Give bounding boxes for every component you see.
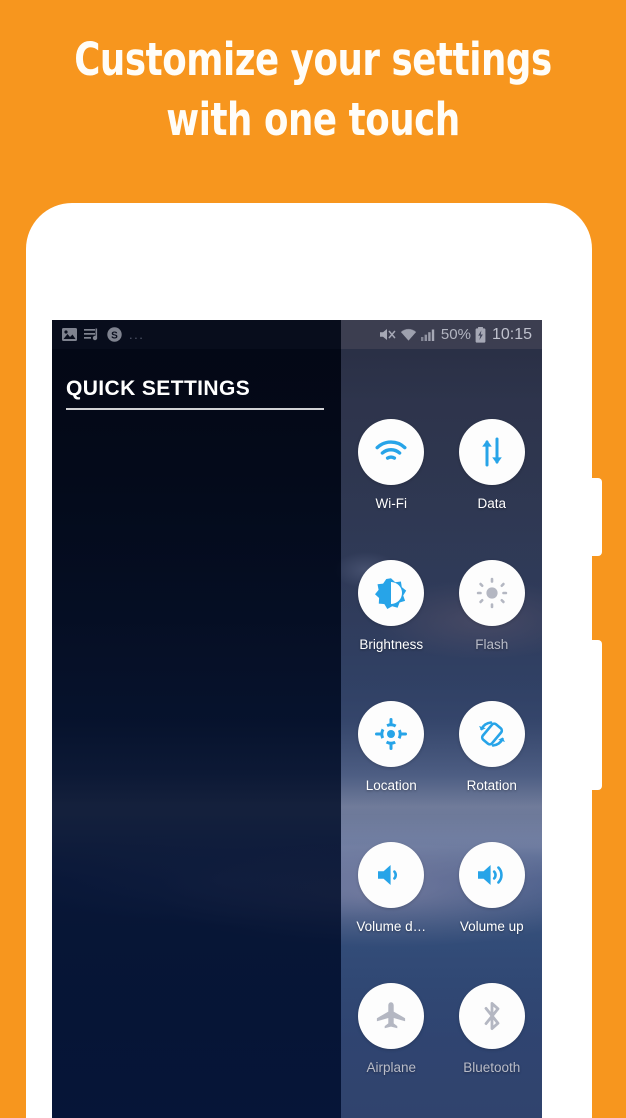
- tile-row: Volume d… Volume up: [341, 838, 542, 979]
- svg-text:S: S: [111, 330, 118, 341]
- tile-bluetooth[interactable]: Bluetooth: [442, 979, 543, 1118]
- bluetooth-icon: [479, 1000, 505, 1032]
- tile-circle: [358, 419, 425, 485]
- tile-label: Airplane: [366, 1060, 417, 1075]
- tile-data[interactable]: Data: [442, 415, 543, 556]
- tile-row: Airplane Bluetooth: [341, 979, 542, 1118]
- wifi-icon: [400, 328, 417, 342]
- image-icon: [62, 328, 77, 341]
- tile-label: Location: [365, 778, 417, 793]
- tile-label: Brightness: [359, 637, 424, 652]
- title-divider: [66, 408, 324, 410]
- location-icon: [375, 718, 408, 750]
- battery-charging-icon: [475, 326, 486, 343]
- tile-location[interactable]: Location: [341, 697, 442, 838]
- skype-icon: S: [107, 327, 122, 342]
- tile-label: Volume d…: [356, 919, 427, 934]
- data-icon: [478, 437, 506, 467]
- tile-row: Brightness Flash: [341, 556, 542, 697]
- tile-volume-up[interactable]: Volume up: [442, 838, 543, 979]
- tile-circle: [458, 701, 525, 767]
- volume-rocker-button[interactable]: [592, 478, 602, 556]
- status-bar-left: S ...: [52, 320, 341, 349]
- clock-label: 10:15: [491, 325, 532, 343]
- quick-settings-left-panel: S ... QUICK SETTINGS: [52, 320, 341, 1118]
- tile-volume-down[interactable]: Volume d…: [341, 838, 442, 979]
- tile-circle: [458, 560, 525, 626]
- tile-circle: [358, 983, 425, 1049]
- tile-circle: [358, 701, 425, 767]
- promo-headline: Customize your settings with one touch: [74, 33, 552, 146]
- flash-icon: [476, 577, 508, 609]
- tile-circle: [458, 983, 525, 1049]
- wifi-icon: [375, 440, 407, 464]
- mute-icon: [379, 327, 396, 342]
- tile-label: Bluetooth: [463, 1060, 521, 1075]
- tile-row: Wi-Fi Data: [341, 415, 542, 556]
- tile-row: Location Rotation: [341, 697, 542, 838]
- tile-label: Rotation: [466, 778, 517, 793]
- signal-bars-icon: [420, 328, 437, 341]
- tile-label: Volume up: [459, 919, 524, 934]
- rotation-icon: [476, 718, 508, 750]
- tile-circle: [458, 842, 525, 908]
- tile-label: Wi-Fi: [375, 496, 407, 511]
- promo-screenshot: Customize your settings with one touch S…: [0, 0, 626, 1118]
- brightness-icon: [375, 577, 407, 609]
- tile-label: Data: [477, 496, 507, 511]
- overflow-dots-icon: ...: [129, 326, 145, 342]
- status-bar-right: 50% 10:15: [341, 320, 542, 349]
- tile-label: Flash: [475, 637, 509, 652]
- tile-rotation[interactable]: Rotation: [442, 697, 543, 838]
- airplane-icon: [375, 1001, 407, 1031]
- tile-airplane[interactable]: Airplane: [341, 979, 442, 1118]
- tile-circle: [358, 842, 425, 908]
- power-button[interactable]: [592, 640, 602, 790]
- tile-brightness[interactable]: Brightness: [341, 556, 442, 697]
- volume-down-icon: [376, 862, 406, 888]
- tile-circle: [358, 560, 425, 626]
- tile-grid: Wi-Fi Data Brightness Flash Location Rot…: [341, 415, 542, 1118]
- volume-up-icon: [477, 862, 507, 888]
- quick-settings-tile-panel: 50% 10:15 Wi-Fi Data Brightness Flash Lo…: [341, 320, 542, 1118]
- battery-percent-label: 50%: [440, 326, 471, 343]
- tile-wifi[interactable]: Wi-Fi: [341, 415, 442, 556]
- tile-circle: [458, 419, 525, 485]
- phone-screen: S ... QUICK SETTINGS 50% 10:15 Wi-Fi Dat…: [52, 320, 542, 1118]
- playlist-icon: [84, 328, 100, 341]
- tile-flash[interactable]: Flash: [442, 556, 543, 697]
- page-title: QUICK SETTINGS: [66, 377, 251, 400]
